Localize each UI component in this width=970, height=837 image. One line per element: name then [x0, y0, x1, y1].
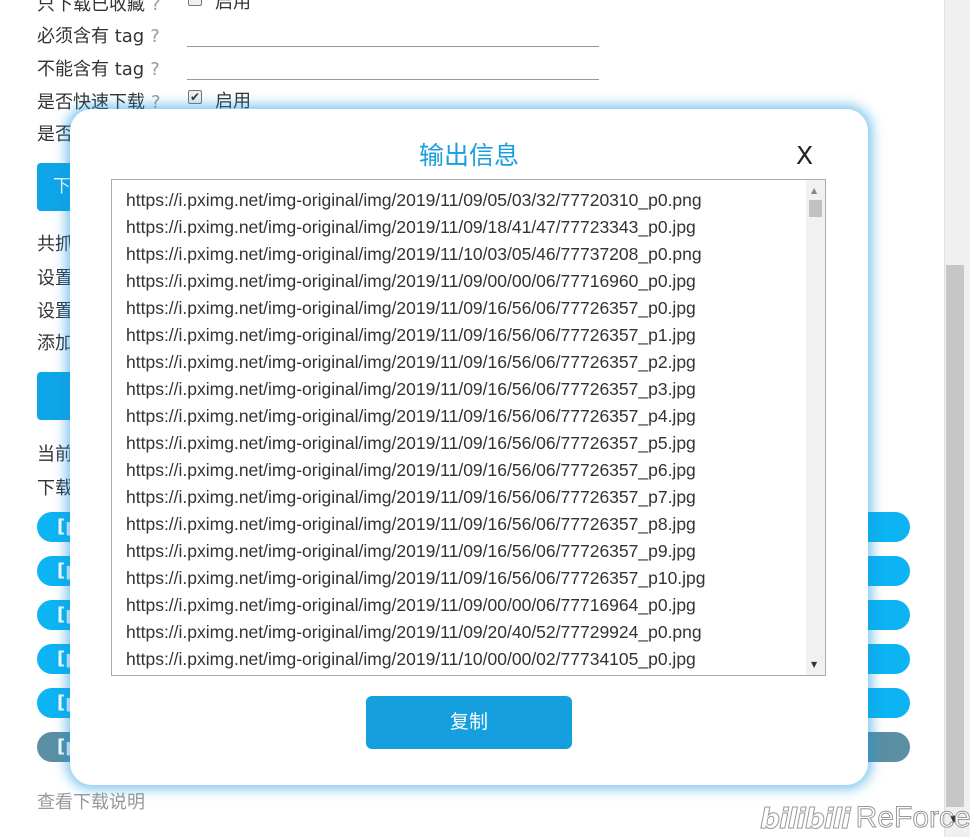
help-icon[interactable]: ?: [150, 59, 160, 80]
output-textarea[interactable]: https://i.pximg.net/img-original/img/201…: [111, 179, 826, 676]
must-include-tag-input[interactable]: [187, 46, 599, 47]
output-line: https://i.pximg.net/img-original/img/201…: [126, 433, 696, 453]
info-label-download: 下载: [37, 478, 73, 499]
output-line: https://i.pximg.net/img-original/img/201…: [126, 568, 706, 588]
info-label-add: 添加: [37, 333, 73, 354]
setting-label-must-include-tag: 必须含有 tag?: [37, 26, 160, 47]
exclude-tag-input[interactable]: [187, 79, 599, 80]
favorites-only-enabled-label: 启用: [215, 0, 251, 13]
setting-label-exclude-tag: 不能含有 tag?: [37, 59, 160, 80]
output-line: https://i.pximg.net/img-original/img/201…: [126, 487, 696, 507]
output-line: https://i.pximg.net/img-original/img/201…: [126, 406, 696, 426]
output-line: https://i.pximg.net/img-original/img/201…: [126, 514, 696, 534]
watermark: bilibili ReForce: [760, 800, 970, 836]
output-line: https://i.pximg.net/img-original/img/201…: [126, 298, 696, 318]
info-label-setting-2: 设置: [37, 301, 73, 322]
setting-label-favorites-only: 只下载已收藏?: [37, 0, 161, 16]
output-line: https://i.pximg.net/img-original/img/201…: [126, 244, 702, 264]
output-scrollbar[interactable]: ▲ ▼: [806, 180, 825, 675]
output-line: https://i.pximg.net/img-original/img/201…: [126, 325, 696, 345]
chevron-up-icon[interactable]: ▲: [811, 186, 817, 195]
output-line: https://i.pximg.net/img-original/img/201…: [126, 352, 696, 372]
info-label-current: 当前: [37, 444, 73, 465]
help-icon[interactable]: ?: [151, 0, 161, 15]
output-line: https://i.pximg.net/img-original/img/201…: [126, 649, 696, 669]
output-line: https://i.pximg.net/img-original/img/201…: [126, 217, 696, 237]
output-line: https://i.pximg.net/img-original/img/201…: [126, 595, 696, 615]
output-line: https://i.pximg.net/img-original/img/201…: [126, 190, 702, 210]
copy-button[interactable]: 复制: [366, 696, 572, 749]
output-scrollbar-thumb[interactable]: [809, 200, 822, 217]
info-label-crawled: 共抓: [37, 234, 73, 255]
help-icon[interactable]: ?: [150, 26, 160, 47]
page-scrollbar-thumb[interactable]: [946, 265, 964, 807]
download-help-link[interactable]: 查看下载说明: [37, 788, 145, 814]
close-icon[interactable]: X: [796, 141, 813, 170]
output-line: https://i.pximg.net/img-original/img/201…: [126, 379, 696, 399]
output-line: https://i.pximg.net/img-original/img/201…: [126, 271, 696, 291]
output-line: https://i.pximg.net/img-original/img/201…: [126, 622, 702, 642]
bilibili-logo: bilibili: [760, 801, 852, 835]
info-label-setting-1: 设置: [37, 268, 73, 289]
output-line: https://i.pximg.net/img-original/img/201…: [126, 541, 696, 561]
watermark-text: ReForce: [855, 801, 970, 835]
chevron-down-icon[interactable]: ▼: [811, 660, 817, 669]
favorites-only-checkbox[interactable]: [188, 0, 202, 6]
output-line: https://i.pximg.net/img-original/img/201…: [126, 460, 696, 480]
fast-download-checkbox[interactable]: ✔: [188, 90, 202, 104]
output-lines: https://i.pximg.net/img-original/img/201…: [126, 189, 706, 675]
